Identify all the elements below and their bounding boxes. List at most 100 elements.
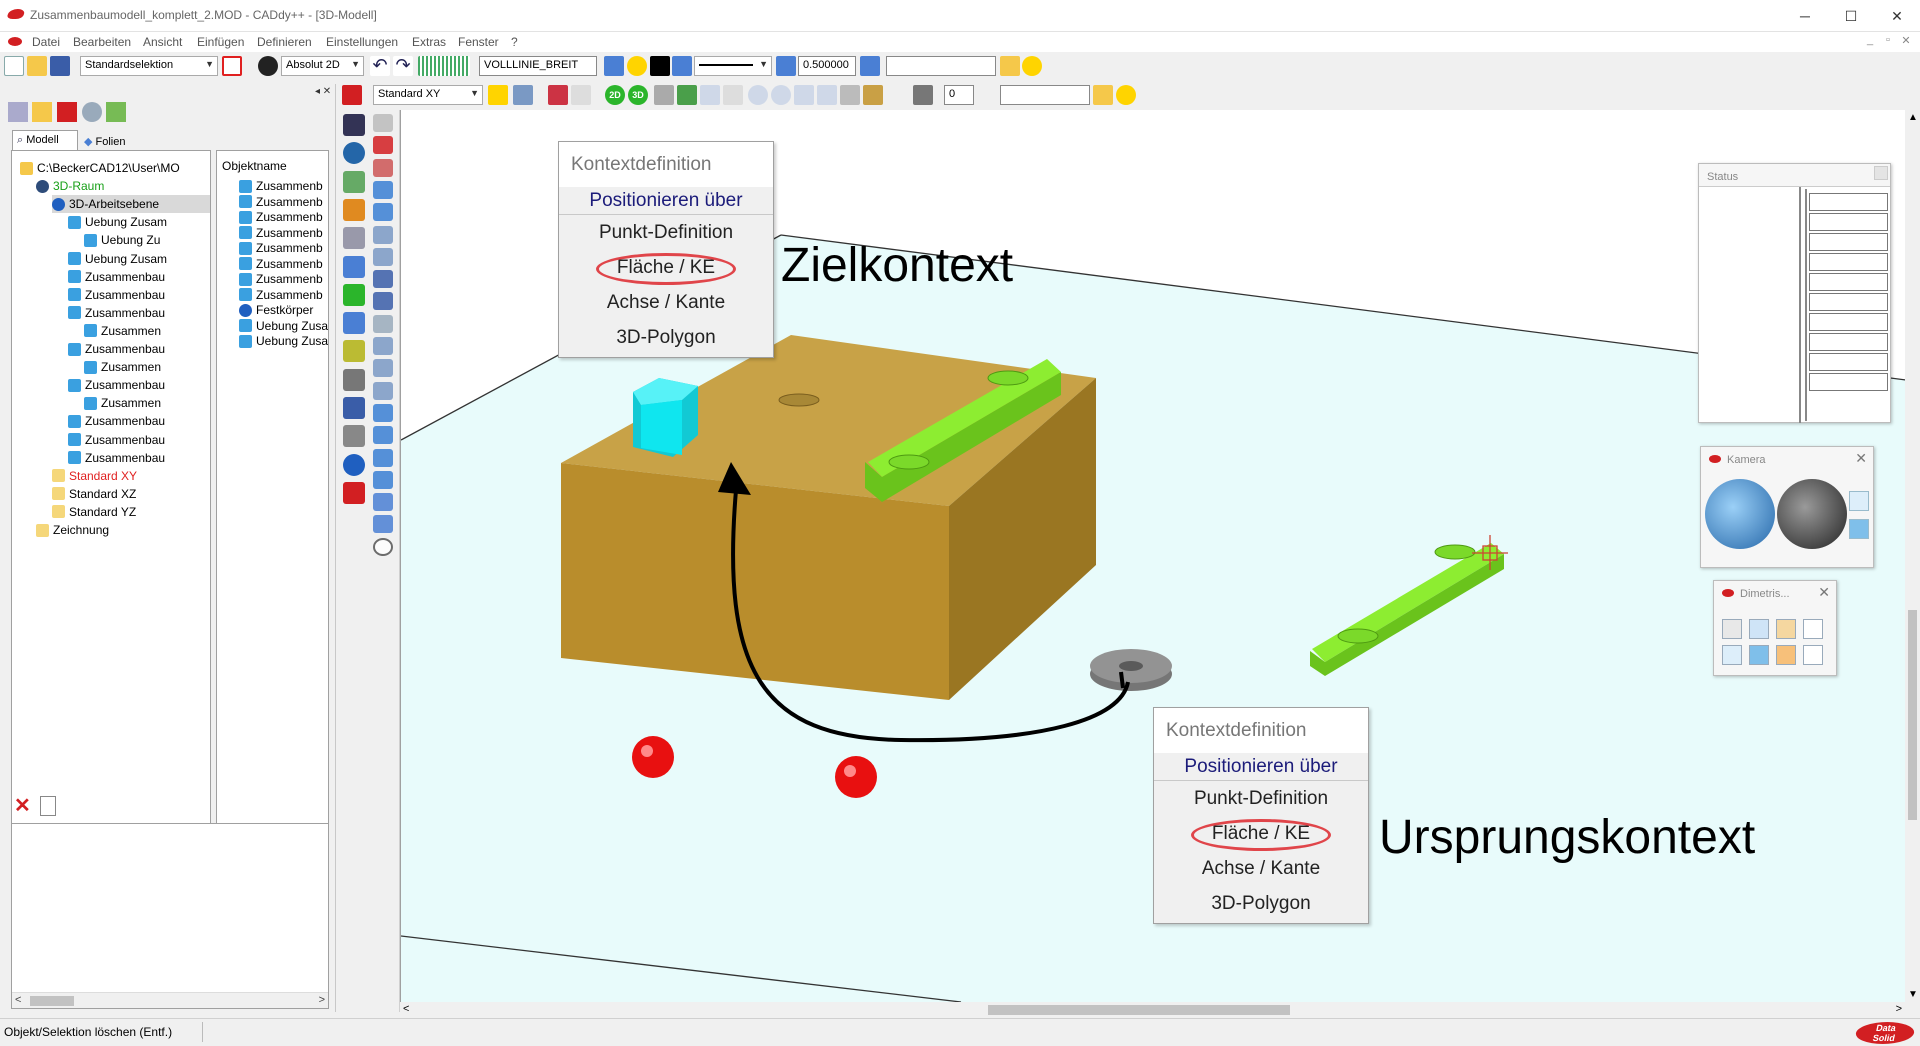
camera-close-icon[interactable]: ✕	[1855, 450, 1867, 467]
tree-item[interactable]: 3D-Arbeitsebene	[52, 195, 210, 214]
view-extra-field[interactable]	[1000, 85, 1090, 105]
view-2d-button[interactable]: 2D	[605, 85, 625, 105]
properties-hscrollbar[interactable]: < >	[12, 992, 328, 1008]
line-width-field[interactable]: 0.500000	[798, 56, 856, 76]
tree-item[interactable]: Standard XY	[52, 467, 137, 485]
transform-tool-icon[interactable]	[373, 359, 393, 378]
tree-item[interactable]: Standard XZ	[52, 485, 136, 503]
view-cube-icon[interactable]	[1803, 645, 1823, 665]
select-frame-icon[interactable]	[222, 56, 242, 76]
line-style-select[interactable]: ▼	[694, 56, 772, 76]
rotate-icon[interactable]	[343, 255, 365, 278]
camera-cube-icon[interactable]	[1849, 519, 1869, 539]
delete-selection-icon[interactable]: ✕	[14, 796, 34, 816]
align-icon[interactable]	[343, 368, 365, 391]
green-pencil-icon[interactable]	[343, 283, 365, 306]
tree-item[interactable]: Zusammenbau	[68, 340, 165, 358]
origin-menu-3d-polygon[interactable]: 3D-Polygon	[1154, 890, 1368, 918]
view-cube-icon[interactable]	[1776, 645, 1796, 665]
transform-tool-icon[interactable]	[373, 493, 393, 512]
menu-einstellungen[interactable]: Einstellungen	[326, 35, 398, 49]
render-cube-icon[interactable]	[863, 85, 883, 105]
lightbulb-icon[interactable]	[1116, 85, 1136, 105]
layer-stack-icon[interactable]	[604, 56, 624, 76]
minimize-button[interactable]: ─	[1782, 0, 1828, 32]
coordinate-mode-select[interactable]: Absolut 2D ▼	[281, 56, 364, 76]
scroll-right-icon[interactable]: >	[1896, 1003, 1902, 1015]
tree-item[interactable]: Zusammenbau	[68, 376, 165, 394]
tree-item[interactable]: Zusammenbau	[68, 449, 165, 467]
zoom-out-icon[interactable]	[771, 85, 791, 105]
layer-name-field[interactable]	[886, 56, 996, 76]
tree-item[interactable]: Zeichnung	[36, 521, 109, 539]
tab-modell[interactable]: ⌕ Modell	[12, 130, 78, 150]
move-icon[interactable]	[343, 227, 365, 250]
redo-icon[interactable]: ↷	[393, 56, 413, 76]
transform-tool-icon[interactable]	[373, 337, 393, 355]
pencil-icon[interactable]	[343, 198, 365, 221]
maximize-button[interactable]: ☐	[1828, 0, 1874, 32]
scroll-up-icon[interactable]: ▲	[1908, 112, 1918, 123]
snap-edge-icon[interactable]	[513, 85, 533, 105]
camera-orbit-globe-icon[interactable]	[1705, 479, 1775, 549]
scroll-left-icon[interactable]: <	[15, 994, 21, 1006]
scroll-thumb[interactable]	[30, 996, 74, 1006]
transform-tool-icon[interactable]	[373, 314, 393, 333]
target-menu-3d-polygon[interactable]: 3D-Polygon	[559, 324, 773, 352]
view-tool-icon[interactable]	[342, 85, 362, 105]
close-button[interactable]: ✕	[1874, 0, 1920, 32]
viewport-vscrollbar[interactable]: ▲ ▼	[1905, 110, 1920, 1002]
lightbulb-icon[interactable]	[1022, 56, 1042, 76]
view-cube-icon[interactable]	[1776, 619, 1796, 639]
folder-icon[interactable]	[1000, 56, 1020, 76]
zoom-all-icon[interactable]	[794, 85, 814, 105]
snap-point-icon[interactable]	[488, 85, 508, 105]
menu-fenster[interactable]: Fenster	[458, 35, 499, 49]
tree-item[interactable]: Zusammenbau	[68, 268, 165, 286]
eraser-icon[interactable]	[343, 481, 365, 504]
transform-tool-icon[interactable]	[373, 203, 393, 222]
tree-item[interactable]: Uebung Zusam	[68, 250, 167, 268]
properties-icon[interactable]	[40, 796, 56, 816]
tree-item[interactable]: Standard YZ	[52, 503, 136, 521]
mdi-close-button[interactable]: ✕	[1896, 34, 1916, 50]
transform-tool-icon[interactable]	[373, 136, 393, 155]
section-icon[interactable]	[840, 85, 860, 105]
scroll-left-icon[interactable]: <	[403, 1003, 409, 1015]
target-menu-achse-kante[interactable]: Achse / Kante	[559, 289, 773, 317]
plane-e-icon[interactable]	[571, 85, 591, 105]
transform-tool-icon[interactable]	[373, 537, 393, 556]
panel-folder-icon[interactable]	[32, 102, 52, 122]
info-icon[interactable]	[343, 453, 365, 476]
dimension-icon[interactable]	[343, 312, 365, 335]
save-icon[interactable]	[50, 56, 70, 76]
sphere-tool-icon[interactable]	[343, 142, 365, 165]
camera-cube-icon[interactable]	[1849, 491, 1869, 511]
tree-item[interactable]: 3D-Raum	[36, 177, 104, 195]
linetype-field[interactable]: VOLLLINIE_BREIT	[479, 56, 597, 76]
step-value-field[interactable]: 0	[944, 85, 974, 105]
transform-tool-icon[interactable]	[373, 403, 393, 422]
tree-item[interactable]: Uebung Zusam	[68, 213, 167, 231]
scroll-thumb[interactable]	[1908, 610, 1917, 820]
lightbulb-icon[interactable]	[627, 56, 647, 76]
layer-stack-icon[interactable]	[672, 56, 692, 76]
view-cube-icon[interactable]	[1749, 645, 1769, 665]
transform-tool-icon[interactable]	[373, 515, 393, 534]
text-tool-icon[interactable]	[343, 397, 365, 419]
view-plane-select[interactable]: Standard XY ▼	[373, 85, 483, 105]
color-swatch-icon[interactable]	[650, 56, 670, 76]
rotate-view-icon[interactable]	[654, 85, 674, 105]
view-cube-icon[interactable]	[1722, 645, 1742, 665]
origin-menu-achse-kante[interactable]: Achse / Kante	[1154, 855, 1368, 883]
undo-icon[interactable]: ↶	[370, 56, 390, 76]
viewport-hscrollbar[interactable]: < >	[400, 1002, 1905, 1018]
fill-tool-icon[interactable]	[343, 170, 365, 193]
transform-tool-icon[interactable]	[373, 448, 393, 467]
new-file-icon[interactable]	[4, 56, 24, 76]
tree-item[interactable]: Zusammen	[84, 322, 161, 340]
snap-target-icon[interactable]	[258, 56, 278, 76]
panel-settings-icon[interactable]	[106, 102, 126, 122]
transform-tool-icon[interactable]	[373, 247, 393, 266]
tab-folien[interactable]: ◆ Folien	[80, 132, 140, 150]
